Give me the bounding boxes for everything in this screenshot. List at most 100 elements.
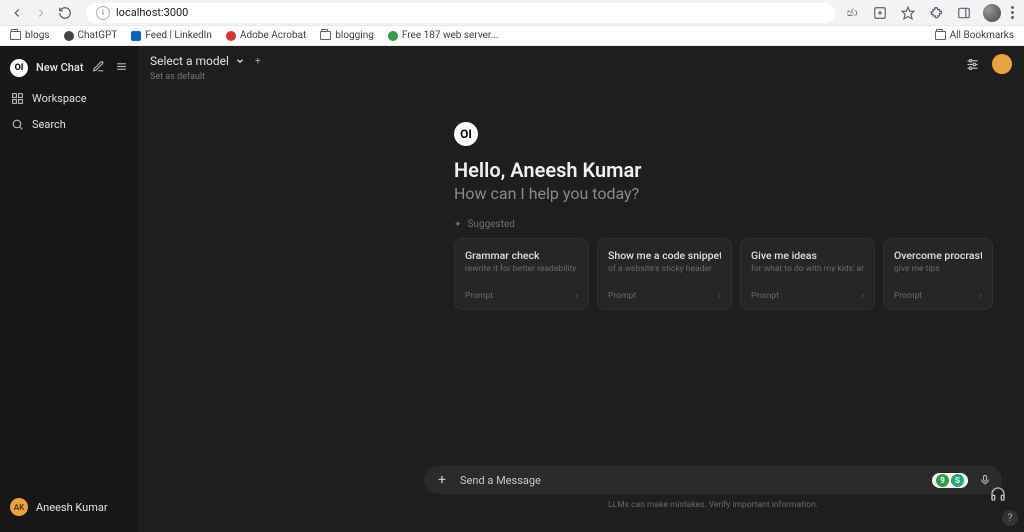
favicon-icon	[226, 31, 236, 41]
composer[interactable]: + Send a Message 9 S	[424, 466, 1002, 494]
menu-icon[interactable]	[115, 58, 128, 77]
hero-logo-icon: OI	[454, 122, 478, 146]
address-bar[interactable]: i localhost:3000	[86, 3, 835, 23]
greeting-text: Hello, Aneesh Kumar	[454, 158, 994, 182]
top-right-controls	[964, 54, 1012, 74]
voice-mode-button[interactable]	[990, 486, 1006, 506]
favicon-icon	[131, 31, 141, 41]
bookmark-label: Feed | LinkedIn	[145, 30, 212, 41]
suggested-header: ✦ Suggested	[454, 219, 994, 230]
chevron-down-icon	[235, 56, 245, 66]
new-chat-label[interactable]: New Chat	[36, 61, 83, 74]
suggestion-cards: Grammar check rewrite it for better read…	[454, 238, 994, 310]
favicon-icon	[388, 31, 398, 41]
integration-badge[interactable]: 9 S	[932, 473, 968, 488]
side-panel-icon[interactable]	[955, 4, 973, 22]
profile-avatar[interactable]	[992, 54, 1012, 74]
badge-app-icon: S	[951, 474, 964, 487]
suggestion-card[interactable]: Give me ideas for what to do with my kid…	[740, 238, 875, 310]
extensions-icon[interactable]	[927, 4, 945, 22]
chevron-right-icon: ›	[861, 291, 864, 301]
sidebar-item-label: Workspace	[32, 92, 87, 105]
card-subtitle: rewrite it for better readability	[465, 264, 578, 274]
disclaimer-text: LLMs can make mistakes. Verify important…	[424, 500, 1002, 510]
bolt-icon: ✦	[454, 220, 462, 230]
add-model-button[interactable]: +	[251, 54, 265, 68]
main-panel: Select a model + Set as default OI Hello…	[138, 46, 1024, 532]
forward-button[interactable]	[30, 2, 52, 24]
bookmark-folder[interactable]: blogs	[10, 30, 50, 41]
chevron-right-icon: ›	[575, 291, 578, 301]
model-selector[interactable]: Select a model +	[150, 54, 265, 68]
sidebar-item-workspace[interactable]: Workspace	[0, 85, 138, 111]
card-footer: Prompt	[751, 291, 779, 301]
bookmark-label: ChatGPT	[78, 30, 118, 41]
chevron-right-icon: ›	[979, 291, 982, 301]
bookmarks-bar: blogs ChatGPT Feed | LinkedIn Adobe Acro…	[0, 26, 1024, 46]
browser-profile-avatar[interactable]	[983, 4, 1001, 22]
browser-toolbar: i localhost:3000 ඡා	[0, 0, 1024, 26]
user-name-label: Aneesh Kumar	[36, 501, 108, 514]
card-subtitle: of a website's sticky header	[608, 264, 721, 274]
top-strip: Select a model +	[138, 46, 1024, 76]
site-info-icon[interactable]: i	[96, 6, 110, 20]
search-icon	[10, 117, 24, 131]
card-footer: Prompt	[465, 291, 493, 301]
sidebar-header: OI New Chat	[0, 54, 138, 85]
mic-icon[interactable]	[978, 474, 992, 486]
card-subtitle: for what to do with my kids' art	[751, 264, 864, 274]
sidebar-item-search[interactable]: Search	[0, 111, 138, 137]
user-avatar-icon: AK	[10, 498, 28, 516]
settings-icon[interactable]	[964, 56, 980, 72]
attach-button[interactable]: +	[434, 472, 450, 488]
bookmark-item[interactable]: Free 187 web server...	[388, 30, 499, 41]
card-title: Overcome procrastination	[894, 249, 982, 262]
bookmark-label: blogging	[335, 30, 374, 41]
reload-button[interactable]	[54, 2, 76, 24]
help-button[interactable]: ?	[1002, 510, 1018, 526]
suggested-label: Suggested	[468, 219, 515, 230]
card-title: Grammar check	[465, 249, 578, 262]
card-title: Show me a code snippet	[608, 249, 721, 262]
greeting-subtext: How can I help you today?	[454, 184, 994, 203]
favicon-icon	[64, 31, 74, 41]
browser-menu-button[interactable]	[1011, 6, 1014, 19]
badge-count-icon: 9	[936, 474, 949, 487]
card-subtitle: give me tips	[894, 264, 982, 274]
bookmark-star-icon[interactable]	[899, 4, 917, 22]
sidebar-item-label: Search	[32, 118, 66, 131]
sidebar-user[interactable]: AK Aneesh Kumar	[0, 490, 138, 524]
bookmark-label: blogs	[25, 30, 50, 41]
bookmark-label: All Bookmarks	[950, 30, 1014, 41]
translate-icon[interactable]: ඡා	[843, 4, 861, 22]
sidebar: OI New Chat Workspace Search AK Aneesh K…	[0, 46, 138, 532]
bookmark-folder[interactable]: blogging	[320, 30, 374, 41]
bookmark-item[interactable]: ChatGPT	[64, 30, 118, 41]
hero-area: OI Hello, Aneesh Kumar How can I help yo…	[138, 76, 1024, 532]
bookmark-label: Free 187 web server...	[402, 30, 499, 41]
set-default-link[interactable]: Set as default	[150, 72, 205, 82]
bookmark-item[interactable]: Adobe Acrobat	[226, 30, 306, 41]
folder-icon	[10, 31, 21, 40]
app-root: OI New Chat Workspace Search AK Aneesh K…	[0, 46, 1024, 532]
suggestion-card[interactable]: Show me a code snippet of a website's st…	[597, 238, 732, 310]
app-logo-icon[interactable]: OI	[10, 59, 28, 77]
back-button[interactable]	[6, 2, 28, 24]
all-bookmarks-button[interactable]: All Bookmarks	[935, 30, 1014, 41]
card-footer: Prompt	[608, 291, 636, 301]
compose-icon[interactable]	[92, 58, 105, 77]
composer-area: + Send a Message 9 S LLMs can make mista…	[424, 466, 1002, 510]
suggestion-card[interactable]: Grammar check rewrite it for better read…	[454, 238, 589, 310]
url-text: localhost:3000	[116, 6, 188, 19]
folder-icon	[935, 31, 946, 40]
message-input[interactable]: Send a Message	[460, 474, 922, 487]
bookmark-item[interactable]: Feed | LinkedIn	[131, 30, 212, 41]
install-app-icon[interactable]	[871, 4, 889, 22]
model-selector-label: Select a model	[150, 54, 229, 68]
folder-icon	[320, 31, 331, 40]
bookmark-label: Adobe Acrobat	[240, 30, 306, 41]
card-title: Give me ideas	[751, 249, 864, 262]
suggestion-card[interactable]: Overcome procrastination give me tips Pr…	[883, 238, 993, 310]
grid-icon	[10, 91, 24, 105]
chevron-right-icon: ›	[718, 291, 721, 301]
